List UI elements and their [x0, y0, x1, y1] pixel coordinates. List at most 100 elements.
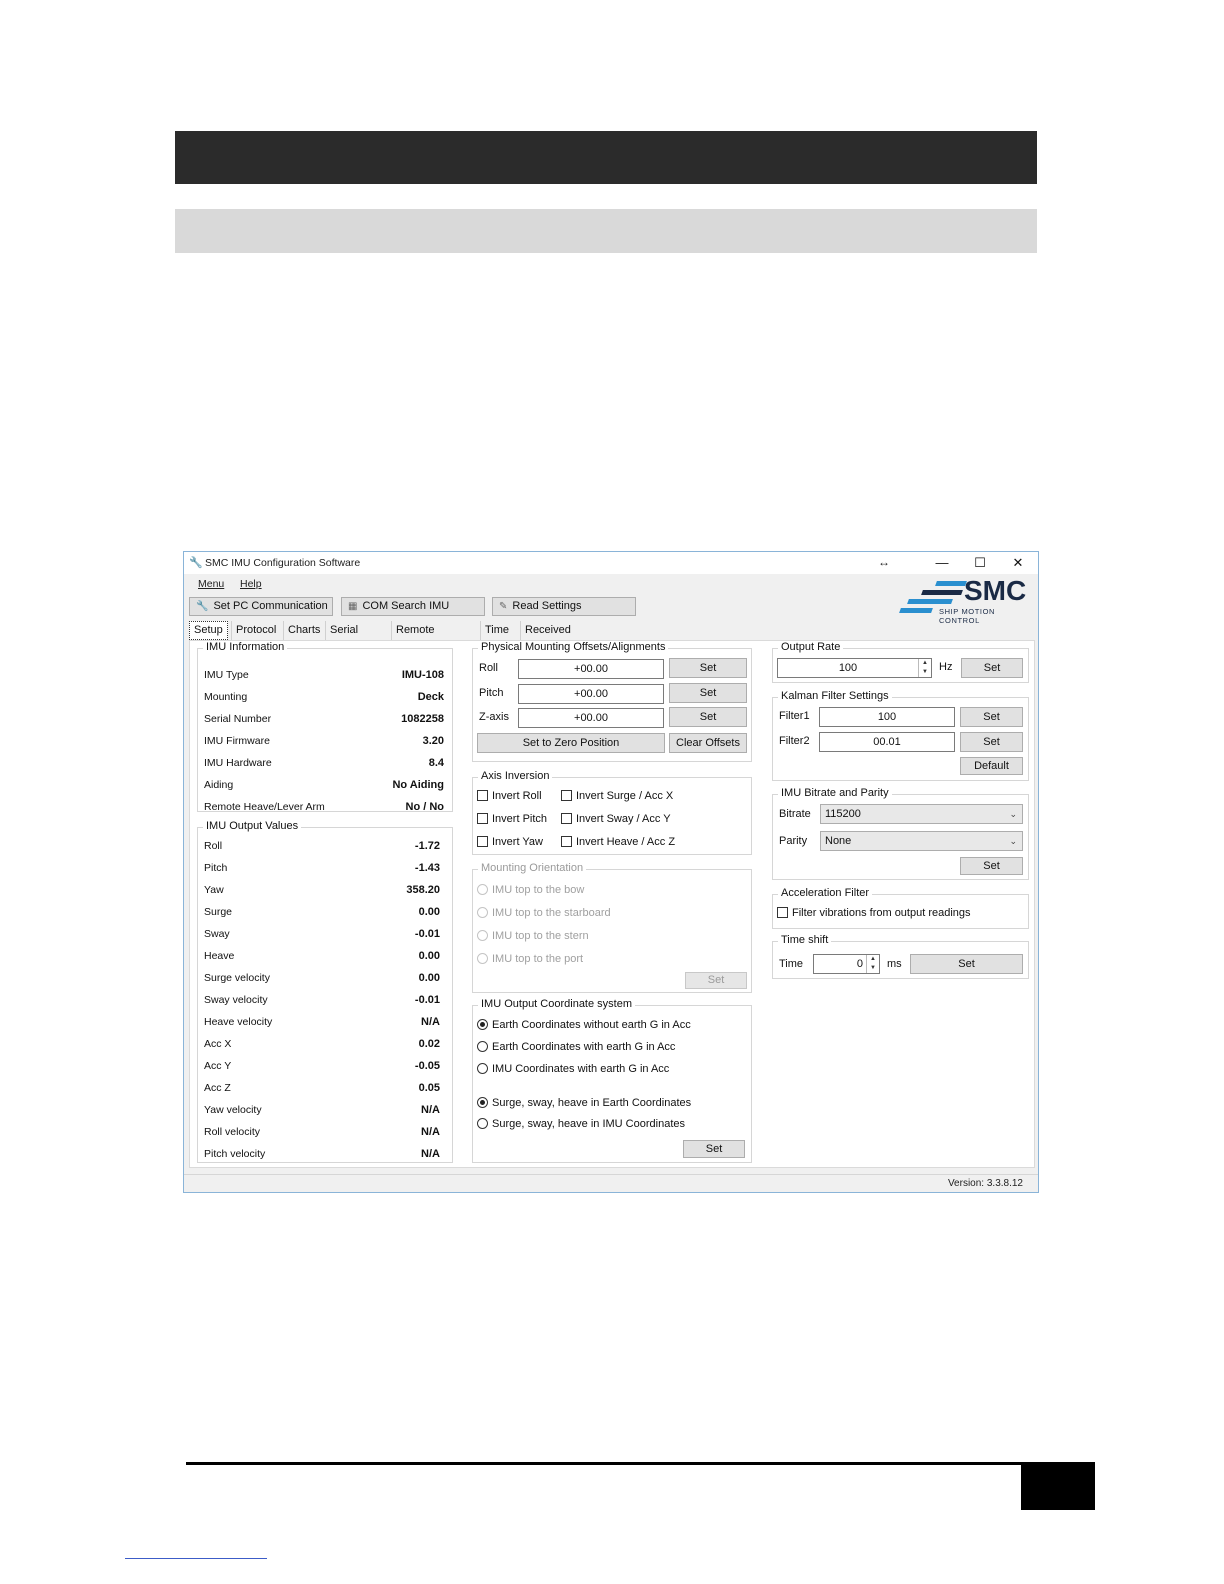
- close-button[interactable]: ✕: [999, 552, 1037, 574]
- minimize-button[interactable]: —: [923, 552, 961, 574]
- checkbox-label: Invert Yaw: [492, 836, 543, 848]
- output-rate-set-button[interactable]: Set: [961, 658, 1023, 678]
- checkbox-label: Filter vibrations from output readings: [792, 907, 971, 919]
- axis-inversion-title: Axis Inversion: [478, 770, 553, 782]
- ssh-earth-coordinates-radio[interactable]: Surge, sway, heave in Earth Coordinates: [477, 1097, 691, 1109]
- mounting-offsets-group: Physical Mounting Offsets/Alignments Rol…: [472, 641, 752, 762]
- app-window: 🔧 SMC IMU Configuration Software ↔ — ☐ ✕…: [183, 551, 1039, 1193]
- com-search-imu-button[interactable]: ▦ COM Search IMU: [341, 597, 485, 616]
- set-to-zero-position-button[interactable]: Set to Zero Position: [477, 733, 665, 753]
- pitch-offset-input[interactable]: +00.00: [518, 684, 664, 704]
- output-rate-spinner[interactable]: 100 ▲ ▼: [777, 658, 932, 678]
- filter1-input[interactable]: 100: [819, 707, 955, 727]
- filter-vibrations-checkbox[interactable]: Filter vibrations from output readings: [777, 907, 971, 919]
- clear-offsets-button[interactable]: Clear Offsets: [669, 733, 747, 753]
- checkbox-box[interactable]: [477, 813, 488, 824]
- parity-select[interactable]: None ⌄: [820, 831, 1023, 851]
- read-settings-button[interactable]: ✎ Read Settings: [492, 597, 636, 616]
- menu-item-help[interactable]: Help: [240, 578, 262, 590]
- output-value: 0.02: [418, 1038, 440, 1050]
- tab-received-data[interactable]: Received Data: [520, 621, 575, 655]
- checkbox-label: Invert Roll: [492, 790, 542, 802]
- checkbox-box[interactable]: [561, 813, 572, 824]
- output-label: Heave: [204, 950, 235, 962]
- invert-heave-checkbox[interactable]: Invert Heave / Acc Z: [561, 836, 675, 848]
- tab-serial-input[interactable]: Serial Input: [325, 621, 362, 655]
- output-value: N/A: [421, 1104, 440, 1116]
- radio-dot[interactable]: [477, 1019, 488, 1030]
- time-shift-spinner[interactable]: 0 ▲ ▼: [813, 954, 880, 974]
- filter2-set-button[interactable]: Set: [960, 732, 1023, 752]
- checkbox-box[interactable]: [777, 907, 788, 918]
- invert-roll-checkbox[interactable]: Invert Roll: [477, 790, 542, 802]
- imu-with-g-radio[interactable]: IMU Coordinates with earth G in Acc: [477, 1063, 669, 1075]
- earth-with-g-radio[interactable]: Earth Coordinates with earth G in Acc: [477, 1041, 675, 1053]
- invert-yaw-checkbox[interactable]: Invert Yaw: [477, 836, 543, 848]
- spinner-arrows-icon[interactable]: ▲ ▼: [866, 955, 879, 973]
- kalman-default-button[interactable]: Default: [960, 757, 1023, 775]
- radio-dot[interactable]: [477, 1041, 488, 1052]
- info-label: Remote Heave/Lever Arm: [204, 801, 325, 813]
- time-label: Time: [779, 958, 804, 970]
- output-value: 0.05: [418, 1082, 440, 1094]
- tab-protocol[interactable]: Protocol: [231, 621, 280, 640]
- time-shift-title: Time shift: [778, 934, 832, 946]
- output-rate-group: Output Rate 100 ▲ ▼ Hz Set: [772, 641, 1029, 683]
- output-label: Surge velocity: [204, 972, 270, 984]
- spinner-arrows-icon[interactable]: ▲ ▼: [918, 659, 931, 677]
- logo-stripe: [899, 608, 933, 613]
- set-pc-communication-label: Set PC Communication: [213, 600, 328, 612]
- bitrate-select[interactable]: 115200 ⌄: [820, 804, 1023, 824]
- checkbox-box[interactable]: [561, 790, 572, 801]
- ssh-imu-coordinates-radio[interactable]: Surge, sway, heave in IMU Coordinates: [477, 1118, 685, 1130]
- filter1-set-button[interactable]: Set: [960, 707, 1023, 727]
- radio-label: Earth Coordinates with earth G in Acc: [492, 1041, 676, 1053]
- radio-dot[interactable]: [477, 1118, 488, 1129]
- title-bar: 🔧 SMC IMU Configuration Software ↔ — ☐ ✕: [184, 552, 1038, 574]
- coordinate-system-group: IMU Output Coordinate system Earth Coord…: [472, 998, 752, 1163]
- output-label: Roll: [204, 840, 223, 852]
- z-axis-offset-set-button[interactable]: Set: [669, 707, 747, 727]
- z-axis-offset-input[interactable]: +00.00: [518, 708, 664, 728]
- set-pc-communication-button[interactable]: 🔧 Set PC Communication: [189, 597, 333, 616]
- radio-dot[interactable]: [477, 1097, 488, 1108]
- radio-dot[interactable]: [477, 1063, 488, 1074]
- time-shift-set-button[interactable]: Set: [910, 954, 1023, 974]
- setup-tab-panel: IMU Information IMU Type IMU-108 Mountin…: [189, 640, 1035, 1168]
- radio-dot: [477, 884, 488, 895]
- checkbox-box[interactable]: [561, 836, 572, 847]
- imu-information-group: IMU Information IMU Type IMU-108 Mountin…: [197, 641, 453, 813]
- logo-stripe: [935, 581, 967, 586]
- footer-link-underline[interactable]: [125, 1558, 267, 1559]
- roll-offset-input[interactable]: +00.00: [518, 659, 664, 679]
- tab-setup[interactable]: Setup: [189, 621, 228, 640]
- resize-arrows-icon[interactable]: ↔: [878, 555, 890, 569]
- roll-offset-set-button[interactable]: Set: [669, 658, 747, 678]
- pitch-offset-label: Pitch: [479, 687, 504, 699]
- maximize-button[interactable]: ☐: [961, 552, 999, 574]
- output-label: Heave velocity: [204, 1016, 273, 1028]
- version-label: Version: 3.3.8.12: [947, 1178, 1023, 1189]
- com-search-imu-label: COM Search IMU: [362, 600, 450, 612]
- earth-without-g-radio[interactable]: Earth Coordinates without earth G in Acc: [477, 1019, 691, 1031]
- menu-item-menu[interactable]: Menu: [198, 578, 224, 590]
- invert-pitch-checkbox[interactable]: Invert Pitch: [477, 813, 547, 825]
- coordinate-system-title: IMU Output Coordinate system: [478, 998, 636, 1010]
- tab-time[interactable]: Time: [480, 621, 513, 640]
- tab-charts[interactable]: Charts: [283, 621, 324, 640]
- checkbox-label: Invert Pitch: [492, 813, 548, 825]
- tab-remote-heave[interactable]: Remote Heave: [391, 621, 439, 655]
- filter2-label: Filter2: [779, 735, 810, 747]
- checkbox-box[interactable]: [477, 836, 488, 847]
- output-value: -1.72: [414, 840, 440, 852]
- invert-sway-checkbox[interactable]: Invert Sway / Acc Y: [561, 813, 671, 825]
- checkbox-box[interactable]: [477, 790, 488, 801]
- output-rate-unit: Hz: [939, 661, 953, 673]
- bitrate-set-button[interactable]: Set: [960, 857, 1023, 875]
- pitch-offset-set-button[interactable]: Set: [669, 683, 747, 703]
- invert-surge-checkbox[interactable]: Invert Surge / Acc X: [561, 790, 673, 802]
- coordinate-set-button[interactable]: Set: [683, 1140, 745, 1158]
- radio-label: Surge, sway, heave in Earth Coordinates: [492, 1097, 692, 1109]
- filter2-input[interactable]: 00.01: [819, 732, 955, 752]
- filter1-label: Filter1: [779, 710, 810, 722]
